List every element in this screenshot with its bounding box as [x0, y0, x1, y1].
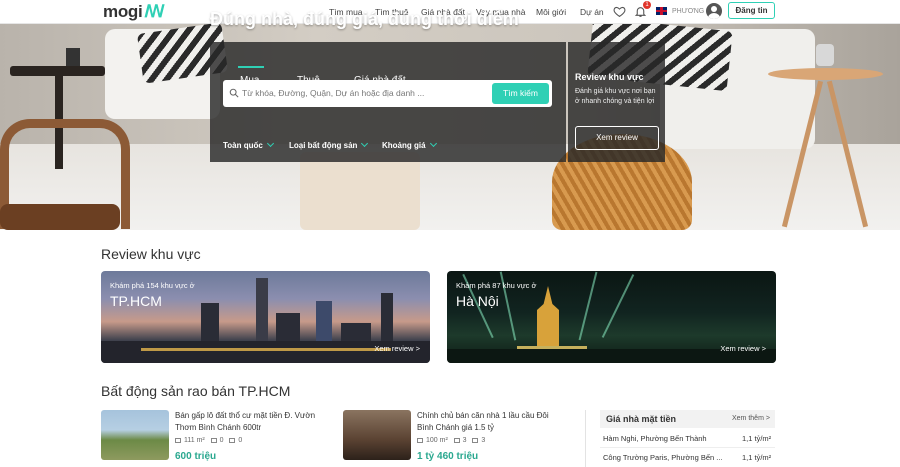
- uk-flag-icon[interactable]: [656, 7, 667, 15]
- filter-price-range-label: Khoảng giá: [382, 141, 426, 150]
- nav-moi-gioi[interactable]: Môi giới: [536, 7, 566, 17]
- heart-icon[interactable]: [613, 5, 626, 18]
- filter-location-label: Toàn quốc: [223, 141, 263, 150]
- bed-icon: [453, 437, 460, 443]
- area-card-city: TP.HCM: [110, 293, 162, 309]
- price-box-title: Giá nhà mặt tiền: [606, 414, 677, 424]
- area-card-link[interactable]: Xem review >: [720, 344, 766, 353]
- listing-area: 111 m²: [184, 437, 205, 444]
- bath-icon: [229, 437, 236, 443]
- tower-reflection: [517, 346, 587, 349]
- hero-round-table: [768, 68, 883, 80]
- listing-baths: 3: [481, 437, 486, 444]
- area-icon: [175, 437, 181, 443]
- listing-meta: 100 m² 3 3: [417, 437, 485, 444]
- price-row-street[interactable]: Công Trường Paris, Phường Bến ...: [603, 453, 723, 462]
- hero-lamp: [66, 48, 80, 66]
- logo-mark-icon: ꟿ: [144, 2, 165, 21]
- area-card-subtitle: Khám phá 154 khu vực ở: [110, 281, 195, 290]
- hero-stool: [300, 152, 420, 230]
- area-card-link[interactable]: Xem review >: [374, 344, 420, 353]
- listing-title[interactable]: Chính chủ bán căn nhà 1 lầu cầu Đôi Bình…: [417, 410, 567, 434]
- filter-price-range[interactable]: Khoảng giá: [382, 139, 437, 150]
- listing-thumbnail[interactable]: [101, 410, 169, 460]
- city-lights: [141, 348, 391, 351]
- hero-vase: [816, 44, 834, 66]
- light-beam: [578, 271, 598, 341]
- search-icon: [229, 88, 239, 98]
- listing-thumbnail[interactable]: [343, 410, 411, 460]
- nav-du-an[interactable]: Dự án: [580, 7, 604, 17]
- filter-property-type[interactable]: Loại bất động sản: [289, 139, 369, 150]
- bath-icon: [472, 437, 479, 443]
- chevron-down-icon: [361, 139, 369, 148]
- hero-chair-seat: [0, 204, 120, 230]
- review-promo-description: Đánh giá khu vực nơi bạn ở nhanh chóng v…: [575, 88, 656, 105]
- listing-price: 1 tỷ 460 triệu: [417, 451, 479, 462]
- review-promo-title: Review khu vực: [575, 72, 644, 82]
- area-card-subtitle: Khám phá 87 khu vực ở: [456, 281, 537, 290]
- listing-area: 100 m²: [426, 437, 448, 444]
- post-listing-button[interactable]: Đăng tin: [728, 2, 775, 19]
- section-divider: [585, 410, 586, 467]
- user-avatar-icon[interactable]: [706, 3, 722, 19]
- filter-property-type-label: Loại bất động sản: [289, 141, 358, 150]
- bed-icon: [210, 437, 217, 443]
- chevron-down-icon: [266, 139, 274, 148]
- listing-section-title: Bất động sản rao bán TP.HCM: [101, 383, 291, 399]
- price-row-divider: [600, 447, 775, 448]
- hero-title: Đúng nhà, đúng giá, đúng thời điểm: [210, 9, 519, 29]
- active-tab-indicator: [238, 66, 264, 68]
- area-card-hcm[interactable]: Khám phá 154 khu vực ở TP.HCM Xem review…: [101, 271, 430, 363]
- area-card-city: Hà Nội: [456, 293, 499, 309]
- review-section-title: Review khu vực: [101, 246, 201, 262]
- filter-location[interactable]: Toàn quốc: [223, 139, 274, 150]
- price-box-more-link[interactable]: Xem thêm >: [732, 415, 770, 422]
- listing-beds: 0: [219, 437, 224, 444]
- listing-meta: 111 m² 0 0: [175, 437, 242, 444]
- listing-title[interactable]: Bán gấp lô đất thổ cư mặt tiền Đ. Vườn T…: [175, 410, 325, 434]
- search-button[interactable]: Tìm kiếm: [492, 83, 549, 104]
- notification-badge: 1: [643, 1, 651, 9]
- user-name[interactable]: PHƯƠNG: [672, 8, 704, 15]
- price-row-street[interactable]: Hàm Nghi, Phường Bến Thành: [603, 434, 707, 443]
- price-row-value: 1,1 tỷ/m²: [742, 434, 772, 443]
- chevron-down-icon: [429, 139, 437, 148]
- listing-price: 600 triệu: [175, 451, 217, 462]
- area-card-hanoi[interactable]: Khám phá 87 khu vực ở Hà Nội Xem review …: [447, 271, 776, 363]
- search-input[interactable]: [242, 86, 482, 100]
- area-icon: [417, 437, 423, 443]
- turtle-tower: [537, 286, 559, 346]
- listing-beds: 3: [462, 437, 467, 444]
- listing-baths: 0: [238, 437, 243, 444]
- review-promo-button[interactable]: Xem review: [575, 126, 659, 150]
- mogi-logo[interactable]: mogi ꟿ: [103, 2, 165, 22]
- price-row-value: 1,1 tỷ/m²: [742, 453, 772, 462]
- light-beam: [601, 274, 635, 338]
